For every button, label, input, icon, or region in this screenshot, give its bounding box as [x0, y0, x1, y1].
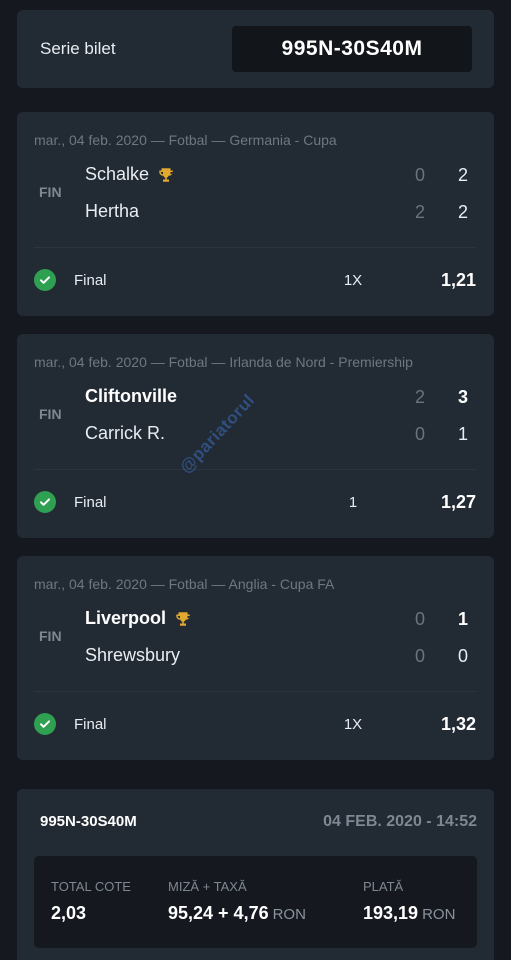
team-away-name: Shrewsbury	[85, 645, 181, 665]
ticket-serie-card: Serie bilet 995N-30S40M	[17, 10, 494, 88]
team-away-name: Hertha	[85, 201, 140, 221]
odd-value: 1,21	[440, 270, 476, 290]
team-away: Carrick R.	[85, 423, 165, 444]
pick-value: 1	[348, 494, 358, 511]
odd-value: 1,27	[440, 492, 476, 512]
payout-value: 193,19 RON	[363, 903, 455, 924]
stake-value: 95,24 + 4,76 RON	[168, 903, 306, 924]
team-home-name: Schalke	[85, 164, 150, 184]
serie-label: Serie bilet	[40, 39, 116, 58]
match-card[interactable]: mar., 04 feb. 2020 — Fotbal — Germania -…	[17, 112, 494, 316]
score-home-full: 1	[457, 609, 468, 629]
payout-amount: 193,19	[363, 903, 419, 923]
stake-amount: 95,24 + 4,76	[168, 903, 269, 923]
odd-value: 1,32	[440, 714, 476, 734]
match-meta: mar., 04 feb. 2020 — Fotbal — Germania -…	[34, 132, 337, 148]
check-icon	[34, 491, 56, 513]
divider	[34, 469, 477, 470]
match-status: FIN	[39, 406, 62, 422]
match-status: FIN	[39, 628, 62, 644]
team-home-name: Cliftonville	[85, 386, 178, 406]
score-home-half: 0	[414, 165, 425, 185]
stake-label: MIZĂ + TAXĂ	[168, 879, 247, 894]
team-home: Liverpool	[85, 608, 192, 629]
team-home-name: Liverpool	[85, 608, 167, 628]
team-home: Cliftonville	[85, 386, 177, 407]
total-odds-value: 2,03	[51, 903, 87, 923]
trophy-icon	[159, 167, 173, 182]
match-meta: mar., 04 feb. 2020 — Fotbal — Irlanda de…	[34, 354, 413, 370]
score-away-full: 0	[457, 646, 468, 666]
score-home-full: 3	[457, 387, 468, 407]
score-away-half: 2	[414, 202, 425, 222]
team-away: Hertha	[85, 201, 139, 222]
score-home-full: 2	[457, 165, 468, 185]
result-label: Final	[74, 272, 107, 289]
team-away-name: Carrick R.	[85, 423, 165, 443]
pick-value: 1X	[343, 716, 363, 733]
score-home-half: 0	[414, 609, 425, 629]
score-away-half: 0	[414, 646, 425, 666]
trophy-icon	[176, 611, 190, 626]
summary-date: 04 FEB. 2020 - 14:52	[323, 813, 477, 830]
score-away-full: 1	[457, 424, 468, 444]
pick-value: 1X	[343, 272, 363, 289]
totals-panel: TOTAL COTE 2,03 MIZĂ + TAXĂ 95,24 + 4,76…	[34, 856, 477, 948]
divider	[34, 691, 477, 692]
score-away-full: 2	[457, 202, 468, 222]
payout-currency: RON	[422, 906, 456, 923]
check-icon	[34, 713, 56, 735]
score-away-half: 0	[414, 424, 425, 444]
serie-code[interactable]: 995N-30S40M	[232, 26, 472, 72]
total-odds-label: TOTAL COTE	[51, 879, 131, 894]
result-label: Final	[74, 716, 107, 733]
check-icon	[34, 269, 56, 291]
result-label: Final	[74, 494, 107, 511]
summary-code: 995N-30S40M	[40, 813, 137, 830]
match-status: FIN	[39, 184, 62, 200]
ticket-summary-card: 995N-30S40M 04 FEB. 2020 - 14:52 TOTAL C…	[17, 789, 494, 960]
team-away: Shrewsbury	[85, 645, 180, 666]
match-card[interactable]: mar., 04 feb. 2020 — Fotbal — Irlanda de…	[17, 334, 494, 538]
payout-label: PLATĂ	[363, 879, 404, 894]
match-meta: mar., 04 feb. 2020 — Fotbal — Anglia - C…	[34, 576, 335, 592]
team-home: Schalke	[85, 164, 175, 185]
stake-currency: RON	[272, 906, 306, 923]
score-home-half: 2	[414, 387, 425, 407]
divider	[34, 247, 477, 248]
match-card[interactable]: mar., 04 feb. 2020 — Fotbal — Anglia - C…	[17, 556, 494, 760]
